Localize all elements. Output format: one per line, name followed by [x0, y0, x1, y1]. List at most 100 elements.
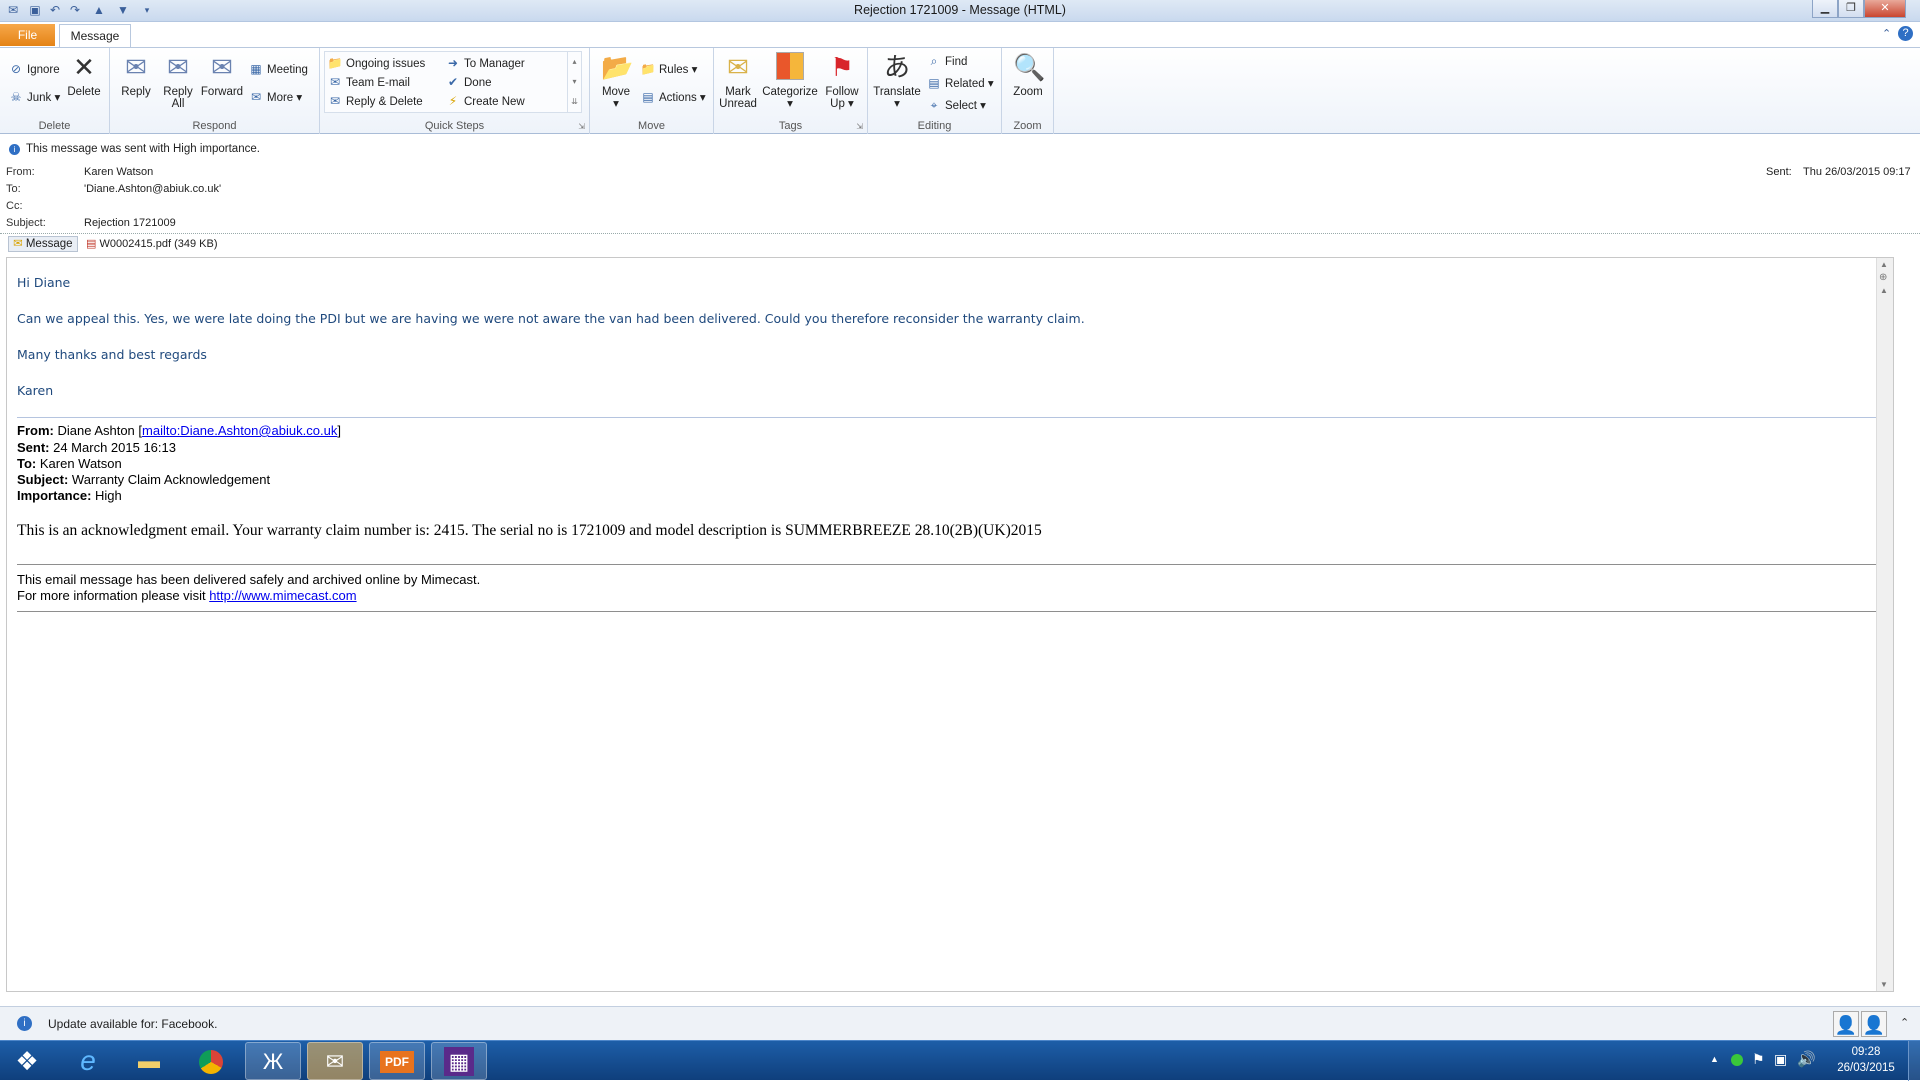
action-center-flag-icon[interactable]: ⚑	[1752, 1051, 1765, 1068]
tab-message[interactable]: Message	[59, 24, 131, 47]
dialog-launcher-icon[interactable]: ⇲	[578, 122, 585, 131]
scroll-down-arrow-icon[interactable]: ▼	[1880, 980, 1888, 989]
start-button[interactable]: ❖	[0, 1042, 54, 1080]
group-label-quick-steps: Quick Steps	[424, 120, 485, 132]
body-paragraph: Can we appeal this. Yes, we were late do…	[17, 311, 1085, 326]
mimecast-line-1: This email message has been delivered sa…	[17, 572, 481, 587]
quick-step-create-new[interactable]: ⚡ Create New	[445, 92, 525, 110]
reply-delete-icon: ✉	[329, 94, 341, 108]
volume-icon[interactable]: 🔊	[1797, 1050, 1816, 1068]
binoculars-icon: ⌕	[930, 54, 938, 68]
show-hidden-icons[interactable]: ▲	[1710, 1054, 1719, 1064]
categorize-button[interactable]: Categorize ▾	[762, 52, 818, 110]
message-body[interactable]: Hi Diane Can we appeal this. Yes, we wer…	[6, 257, 1894, 992]
scroll-up-arrow-icon[interactable]: ▲	[1880, 260, 1888, 269]
taskbar: ❖ e ▬ Ж ✉ PDF ▦ ▲ ⚑ ▣ 🔊 09:28 26/03/2015	[0, 1040, 1920, 1081]
group-label-respond: Respond	[192, 120, 237, 132]
from-value[interactable]: Karen Watson	[84, 166, 153, 178]
info-icon: i	[17, 1016, 32, 1031]
minimize-button[interactable]: ▁	[1812, 0, 1838, 18]
expand-people-pane-icon[interactable]: ⌃	[1900, 1016, 1909, 1029]
reply-all-button[interactable]: ✉ Reply All	[158, 52, 198, 110]
tab-file[interactable]: File	[0, 24, 55, 46]
attachment-pdf[interactable]: ▤ W0002415.pdf (349 KB)	[86, 236, 218, 252]
quick-steps-scroll[interactable]: ▴ ▾ ⇊	[567, 52, 581, 112]
folder-icon: ▬	[138, 1048, 160, 1073]
scroll-up-small-icon[interactable]: ▲	[1880, 286, 1888, 295]
mailto-link[interactable]: mailto:Diane.Ashton@abiuk.co.uk	[142, 423, 337, 438]
info-icon: i	[9, 144, 20, 155]
select-button[interactable]: ⌖ Select ▾	[926, 96, 986, 114]
mimecast-line-2: For more information please visit http:/…	[17, 588, 357, 603]
zoom-button[interactable]: 🔍 Zoom	[1008, 52, 1048, 98]
group-label-move: Move	[638, 120, 665, 132]
taskbar-calendar-app[interactable]: ▦	[431, 1042, 487, 1080]
more-icon: ✉	[250, 90, 262, 104]
message-tab[interactable]: ✉ Message	[8, 236, 78, 252]
junk-button[interactable]: ☠ Junk ▾	[8, 88, 61, 106]
quick-step-to-manager[interactable]: ➜ To Manager	[445, 54, 525, 72]
person-avatar-icon[interactable]: 👤	[1833, 1011, 1859, 1037]
follow-up-button[interactable]: ⚑ Follow Up ▾	[820, 52, 864, 110]
person-avatar-icon[interactable]: 👤	[1861, 1011, 1887, 1037]
taskbar-internet-explorer[interactable]: e	[60, 1042, 116, 1080]
quick-step-done[interactable]: ✔ Done	[445, 73, 492, 91]
translate-button[interactable]: あ Translate ▾	[872, 52, 922, 110]
update-notice[interactable]: Update available for: Facebook.	[48, 1017, 217, 1031]
show-desktop-button[interactable]	[1908, 1041, 1920, 1081]
quick-step-ongoing-issues[interactable]: 📁 Ongoing issues	[327, 54, 426, 72]
related-button[interactable]: ▤ Related ▾	[926, 74, 993, 92]
maximize-button[interactable]: ❐	[1838, 0, 1864, 18]
status-green-icon[interactable]	[1731, 1054, 1743, 1066]
ignore-button[interactable]: ⊘ Ignore	[8, 60, 60, 78]
app-x-icon: Ж	[262, 1049, 284, 1074]
reply-button[interactable]: ✉ Reply	[116, 52, 156, 98]
related-icon: ▤	[928, 76, 940, 90]
close-button[interactable]: ✕	[1864, 0, 1906, 18]
more-button[interactable]: ✉ More ▾	[248, 88, 302, 106]
taskbar-outlook[interactable]: ✉	[307, 1042, 363, 1080]
to-value[interactable]: 'Diane.Ashton@abiuk.co.uk'	[84, 183, 221, 195]
quick-step-team-email[interactable]: ✉ Team E-mail	[327, 73, 410, 91]
subject-label: Subject:	[6, 217, 46, 229]
mimecast-link[interactable]: http://www.mimecast.com	[209, 588, 356, 603]
team-email-icon: ✉	[329, 75, 341, 89]
find-button[interactable]: ⌕ Find	[926, 52, 968, 70]
group-zoom: 🔍 Zoom Zoom	[1002, 48, 1054, 134]
fwd-sent: Sent: 24 March 2015 16:13	[17, 440, 176, 455]
mark-unread-button[interactable]: ✉ Mark Unread	[716, 52, 760, 110]
move-button[interactable]: 📂 Move ▾	[596, 52, 636, 110]
clock-time[interactable]: 09:28	[1836, 1046, 1896, 1058]
cc-label: Cc:	[6, 200, 23, 212]
tags-dialog-launcher-icon[interactable]: ⇲	[856, 122, 863, 131]
zoom-content-icon[interactable]: ⊕	[1879, 272, 1887, 283]
help-icon[interactable]: ?	[1898, 26, 1913, 41]
checkmark-icon: ✔	[447, 75, 459, 89]
people-pane: i Update available for: Facebook. 👤 👤 ⌃	[0, 1006, 1920, 1040]
fwd-subject: Subject: Warranty Claim Acknowledgement	[17, 472, 271, 487]
rules-button[interactable]: 📁 Rules ▾	[640, 60, 698, 78]
title-bar: ✉ ▣ ↶ ↷ ▲ ▼ ▾ Rejection 1721009 - Messag…	[0, 0, 1920, 22]
ignore-icon: ⊘	[10, 62, 22, 76]
forward-icon: ✉	[211, 52, 233, 82]
meeting-button[interactable]: ▦ Meeting	[248, 60, 308, 78]
network-icon[interactable]: ▣	[1774, 1051, 1787, 1068]
vertical-scrollbar[interactable]: ▲ ⊕ ▲ ▼	[1876, 258, 1893, 991]
body-signature: Karen	[17, 383, 54, 398]
taskbar-app-x[interactable]: Ж	[245, 1042, 301, 1080]
collapse-ribbon-icon[interactable]: ⌃	[1882, 27, 1891, 40]
quick-step-reply-delete[interactable]: ✉ Reply & Delete	[327, 92, 423, 110]
delete-button[interactable]: ✕ Delete	[64, 52, 104, 98]
actions-button[interactable]: ▤ Actions ▾	[640, 88, 705, 106]
group-move: 📂 Move ▾ 📁 Rules ▾ ▤ Actions ▾ Move	[590, 48, 714, 134]
divider	[17, 564, 1887, 565]
taskbar-file-explorer[interactable]: ▬	[121, 1042, 177, 1080]
forward-button[interactable]: ✉ Forward	[200, 52, 244, 98]
taskbar-pdf[interactable]: PDF	[369, 1042, 425, 1080]
fwd-from: From: Diane Ashton [mailto:Diane.Ashton@…	[17, 423, 341, 438]
mark-unread-envelope-icon: ✉	[727, 52, 749, 82]
ribbon-tabs: File Message ⌃ ?	[0, 22, 1920, 47]
clock-date[interactable]: 26/03/2015	[1830, 1062, 1902, 1074]
taskbar-chrome[interactable]	[183, 1042, 239, 1080]
acknowledgement-text: This is an acknowledgment email. Your wa…	[17, 522, 1042, 539]
